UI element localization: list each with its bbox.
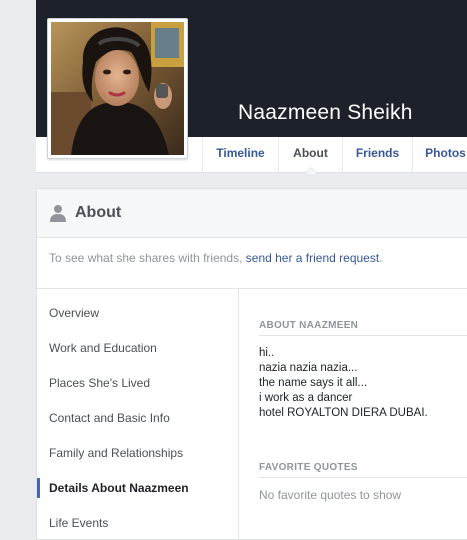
column-divider <box>238 289 239 540</box>
nav-active-indicator <box>37 478 40 498</box>
bio-line: the name says it all... <box>259 377 368 389</box>
notice-end: . <box>379 251 383 265</box>
nav-overview[interactable]: Overview <box>49 306 99 320</box>
no-quotes-text: No favorite quotes to show <box>259 488 402 502</box>
bio-line: hotel ROYALTON DIERA DUBAI. <box>259 407 428 419</box>
bio-line: hi.. <box>259 347 275 359</box>
tab-about[interactable]: About <box>278 137 342 174</box>
active-tab-arrow-icon <box>303 167 318 174</box>
section-rule <box>259 477 467 478</box>
nav-family-relationships[interactable]: Family and Relationships <box>49 446 183 460</box>
notice-text: To see what she shares with friends, <box>49 251 246 265</box>
about-card: About To see what she shares with friend… <box>36 188 467 540</box>
friend-request-notice: To see what she shares with friends, sen… <box>49 251 383 265</box>
quotes-section-title: FAVORITE QUOTES <box>259 462 358 473</box>
person-icon <box>50 205 66 222</box>
about-card-header: About <box>37 189 467 238</box>
tab-friends[interactable]: Friends <box>342 137 412 173</box>
nav-details-about[interactable]: Details About Naazmeen <box>49 481 189 495</box>
profile-picture[interactable] <box>47 18 188 159</box>
about-section-title: ABOUT NAAZMEEN <box>259 320 359 331</box>
send-friend-request-link[interactable]: send her a friend request <box>246 251 379 265</box>
tab-timeline[interactable]: Timeline <box>202 137 278 173</box>
nav-life-events[interactable]: Life Events <box>49 516 108 530</box>
divider <box>37 288 467 289</box>
tab-photos[interactable]: Photos <box>412 137 467 173</box>
about-title: About <box>75 204 122 221</box>
section-rule <box>259 335 467 336</box>
profile-photo-image <box>51 22 184 155</box>
profile-name[interactable]: Naazmeen Sheikh <box>238 101 413 125</box>
bio-line: nazia nazia nazia... <box>259 362 358 374</box>
tab-about-label: About <box>293 146 328 160</box>
nav-contact-basic-info[interactable]: Contact and Basic Info <box>49 411 170 425</box>
nav-places-lived[interactable]: Places She's Lived <box>49 376 150 390</box>
bio-line: i work as a dancer <box>259 392 353 404</box>
nav-work-and-education[interactable]: Work and Education <box>49 341 157 355</box>
